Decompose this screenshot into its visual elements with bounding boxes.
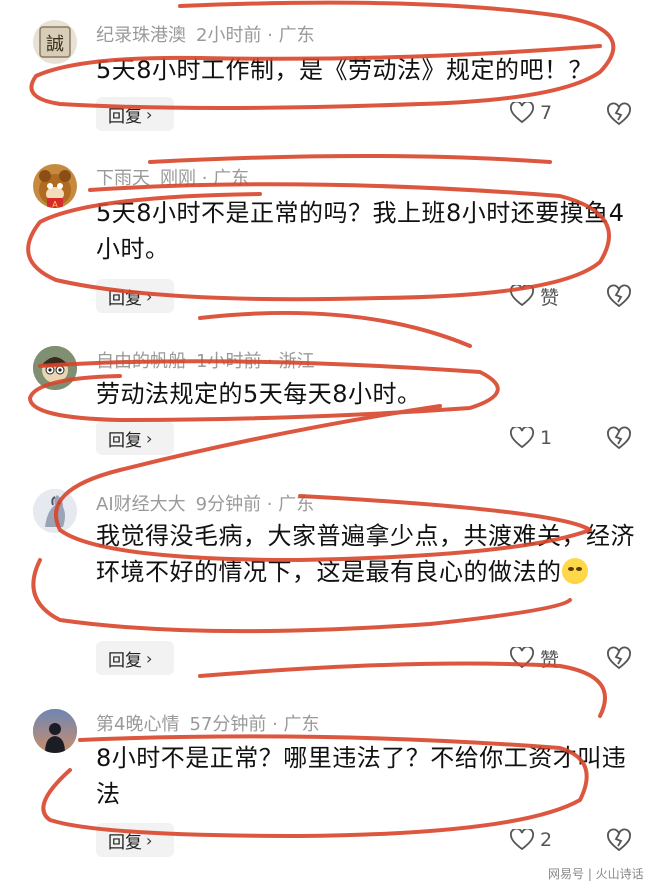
svg-text:A: A xyxy=(52,200,58,208)
reply-label: 回复 xyxy=(108,832,142,853)
author-name[interactable]: 下雨天 xyxy=(96,168,150,189)
svg-text:誠: 誠 xyxy=(46,34,64,55)
reply-button[interactable]: 回复 › xyxy=(96,421,174,455)
reply-label: 回复 xyxy=(108,650,142,671)
comment-text: 5天8小时不是正常的吗？我上班8小时还要摸鱼4小时。 xyxy=(96,199,625,263)
comment-meta: AI财经大大 9分钟前 · 广东 xyxy=(96,494,315,515)
author-name[interactable]: 第4晚心情 xyxy=(96,714,179,735)
reply-button[interactable]: 回复 › xyxy=(96,823,174,857)
comment-text: 8小时不是正常？哪里违法了？不给你工资才叫违法 xyxy=(96,744,627,808)
comment-meta: 下雨天 刚刚 · 广东 xyxy=(96,168,250,189)
seal-avatar-icon: 誠 xyxy=(39,26,71,58)
avatar[interactable] xyxy=(33,489,77,533)
dislike-icon[interactable] xyxy=(606,827,632,853)
comment-text: 我觉得没毛病，大家普遍拿少点，共渡难关，经济环境不好的情况下，这是最有良心的做法… xyxy=(96,518,636,590)
like-button[interactable]: 7 xyxy=(510,98,552,128)
dislike-icon[interactable] xyxy=(606,425,632,451)
person-avatar-icon xyxy=(33,709,77,753)
heart-icon xyxy=(510,829,534,851)
reply-label: 回复 xyxy=(108,430,142,451)
dislike-icon[interactable] xyxy=(606,283,632,309)
author-name[interactable]: 自由的帆船 xyxy=(96,351,186,372)
comment-location: 广东 xyxy=(278,494,315,515)
dislike-icon[interactable] xyxy=(606,101,632,127)
chevron-right-icon: › xyxy=(146,830,153,850)
watermark: 网易号 | 火山诗话 xyxy=(548,867,644,881)
heart-icon xyxy=(510,102,534,124)
chipmunk-avatar-icon: A xyxy=(39,170,71,208)
comment-time: 2小时前 xyxy=(196,25,262,46)
reply-button[interactable]: 回复 › xyxy=(96,641,174,675)
comment-time: 9分钟前 xyxy=(195,494,262,515)
comment-time: 刚刚 xyxy=(160,168,196,189)
avatar[interactable] xyxy=(33,346,77,390)
like-button[interactable]: 1 xyxy=(510,423,552,453)
reply-label: 回复 xyxy=(108,106,142,127)
comment-meta: 第4晚心情 57分钟前 · 广东 xyxy=(96,714,320,735)
character-avatar-icon xyxy=(33,346,77,390)
heart-icon xyxy=(510,647,534,669)
chevron-right-icon: › xyxy=(146,648,153,668)
comment-text: 5天8小时工作制，是《劳动法》规定的吧！？ xyxy=(96,56,594,84)
comment-time: 57分钟前 xyxy=(189,714,267,735)
author-name[interactable]: AI财经大大 xyxy=(96,494,186,515)
like-button[interactable]: 2 xyxy=(510,825,552,855)
like-count: 2 xyxy=(540,829,553,851)
comment-time: 1小时前 xyxy=(196,351,262,372)
like-button[interactable]: 赞 xyxy=(510,643,559,673)
like-count: 1 xyxy=(540,427,553,449)
heart-icon xyxy=(510,427,534,449)
avatar[interactable]: A xyxy=(33,164,77,208)
dislike-icon[interactable] xyxy=(606,645,632,671)
heart-icon xyxy=(510,285,534,307)
comment-meta: 纪录珠港澳 2小时前 · 广东 xyxy=(96,25,315,46)
comment-location: 浙江 xyxy=(278,351,315,372)
comment-text-content: 我觉得没毛病，大家普遍拿少点，共渡难关，经济环境不好的情况下，这是最有良心的做法… xyxy=(96,522,635,586)
avatar[interactable] xyxy=(33,709,77,753)
chevron-right-icon: › xyxy=(146,286,153,306)
comment-text: 劳动法规定的5天每天8小时。 xyxy=(96,380,422,408)
comment-location: 广东 xyxy=(213,168,250,189)
comment-meta: 自由的帆船 1小时前 · 浙江 xyxy=(96,351,315,372)
horse-avatar-icon xyxy=(33,489,77,533)
chevron-right-icon: › xyxy=(146,104,153,124)
like-count: 7 xyxy=(540,102,553,124)
like-count: 赞 xyxy=(540,286,560,309)
avatar[interactable]: 誠 xyxy=(33,20,77,64)
reply-button[interactable]: 回复 › xyxy=(96,97,174,131)
chevron-right-icon: › xyxy=(146,428,153,448)
author-name[interactable]: 纪录珠港澳 xyxy=(96,25,186,46)
crying-emoji-icon xyxy=(561,558,588,584)
reply-button[interactable]: 回复 › xyxy=(96,279,174,313)
like-button[interactable]: 赞 xyxy=(510,281,559,311)
like-count: 赞 xyxy=(540,648,560,671)
comment-location: 广东 xyxy=(278,25,315,46)
comment-location: 广东 xyxy=(283,714,320,735)
reply-label: 回复 xyxy=(108,288,142,309)
